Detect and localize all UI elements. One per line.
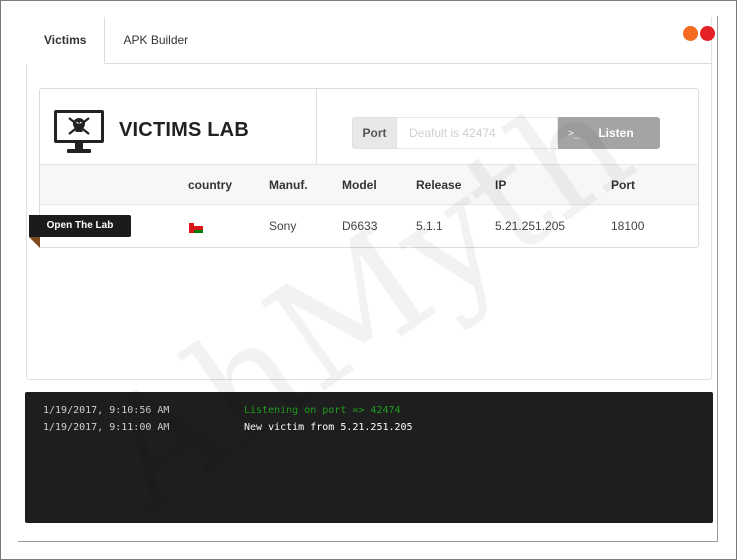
- row-release: 5.1.1: [416, 219, 443, 233]
- row-model: D6633: [342, 219, 378, 233]
- port-input[interactable]: [397, 117, 558, 149]
- victims-lab-panel: VICTIMS LAB Port >_ Listen country Manuf…: [39, 88, 699, 248]
- column-country: country: [188, 178, 233, 192]
- tab-apk-builder[interactable]: APK Builder: [105, 17, 206, 64]
- tab-divider: [104, 63, 712, 64]
- row-manufacturer: Sony: [269, 219, 297, 233]
- table-row[interactable]: Sony D6633 5.1.1 5.21.251.205 18100: [40, 206, 698, 247]
- tab-victims[interactable]: Victims: [26, 17, 106, 64]
- log-message: New victim from 5.21.251.205: [244, 422, 413, 433]
- window-controls: [683, 26, 715, 41]
- column-manufacturer: Manuf.: [269, 178, 308, 192]
- ribbon-fold: [29, 237, 40, 248]
- tab-bar: Victims APK Builder: [26, 17, 206, 64]
- monitor-skull-icon: [54, 110, 104, 153]
- row-ip: 5.21.251.205: [495, 219, 566, 233]
- port-input-group: Port >_ Listen: [352, 117, 660, 149]
- row-port: 18100: [611, 219, 645, 233]
- column-port: Port: [611, 178, 635, 192]
- log-timestamp: 1/19/2017, 9:11:00 AM: [43, 422, 170, 433]
- column-ip: IP: [495, 178, 507, 192]
- victims-table-header: country Manuf. Model Release IP Port: [40, 165, 698, 205]
- log-message: Listening on port => 42474: [244, 405, 401, 416]
- column-model: Model: [342, 178, 377, 192]
- column-release: Release: [416, 178, 462, 192]
- minimize-button[interactable]: [683, 26, 698, 41]
- terminal-icon: >_: [568, 127, 581, 139]
- log-line: 1/19/2017, 9:11:00 AM New victim from 5.2…: [43, 421, 413, 435]
- oman-flag-icon: [189, 223, 203, 233]
- port-label: Port: [352, 117, 397, 149]
- close-button[interactable]: [700, 26, 715, 41]
- listen-button[interactable]: >_ Listen: [558, 117, 660, 149]
- log-console: 1/19/2017, 9:10:56 AM Listening on port =…: [25, 392, 713, 523]
- lab-header-title-area: VICTIMS LAB: [40, 89, 317, 164]
- open-the-lab-button[interactable]: Open The Lab: [29, 215, 131, 237]
- log-line: 1/19/2017, 9:10:56 AM Listening on port =…: [43, 404, 401, 418]
- lab-header: VICTIMS LAB Port >_ Listen: [40, 89, 698, 165]
- lab-title: VICTIMS LAB: [119, 119, 249, 141]
- log-timestamp: 1/19/2017, 9:10:56 AM: [43, 405, 170, 416]
- listen-button-label: Listen: [598, 126, 634, 140]
